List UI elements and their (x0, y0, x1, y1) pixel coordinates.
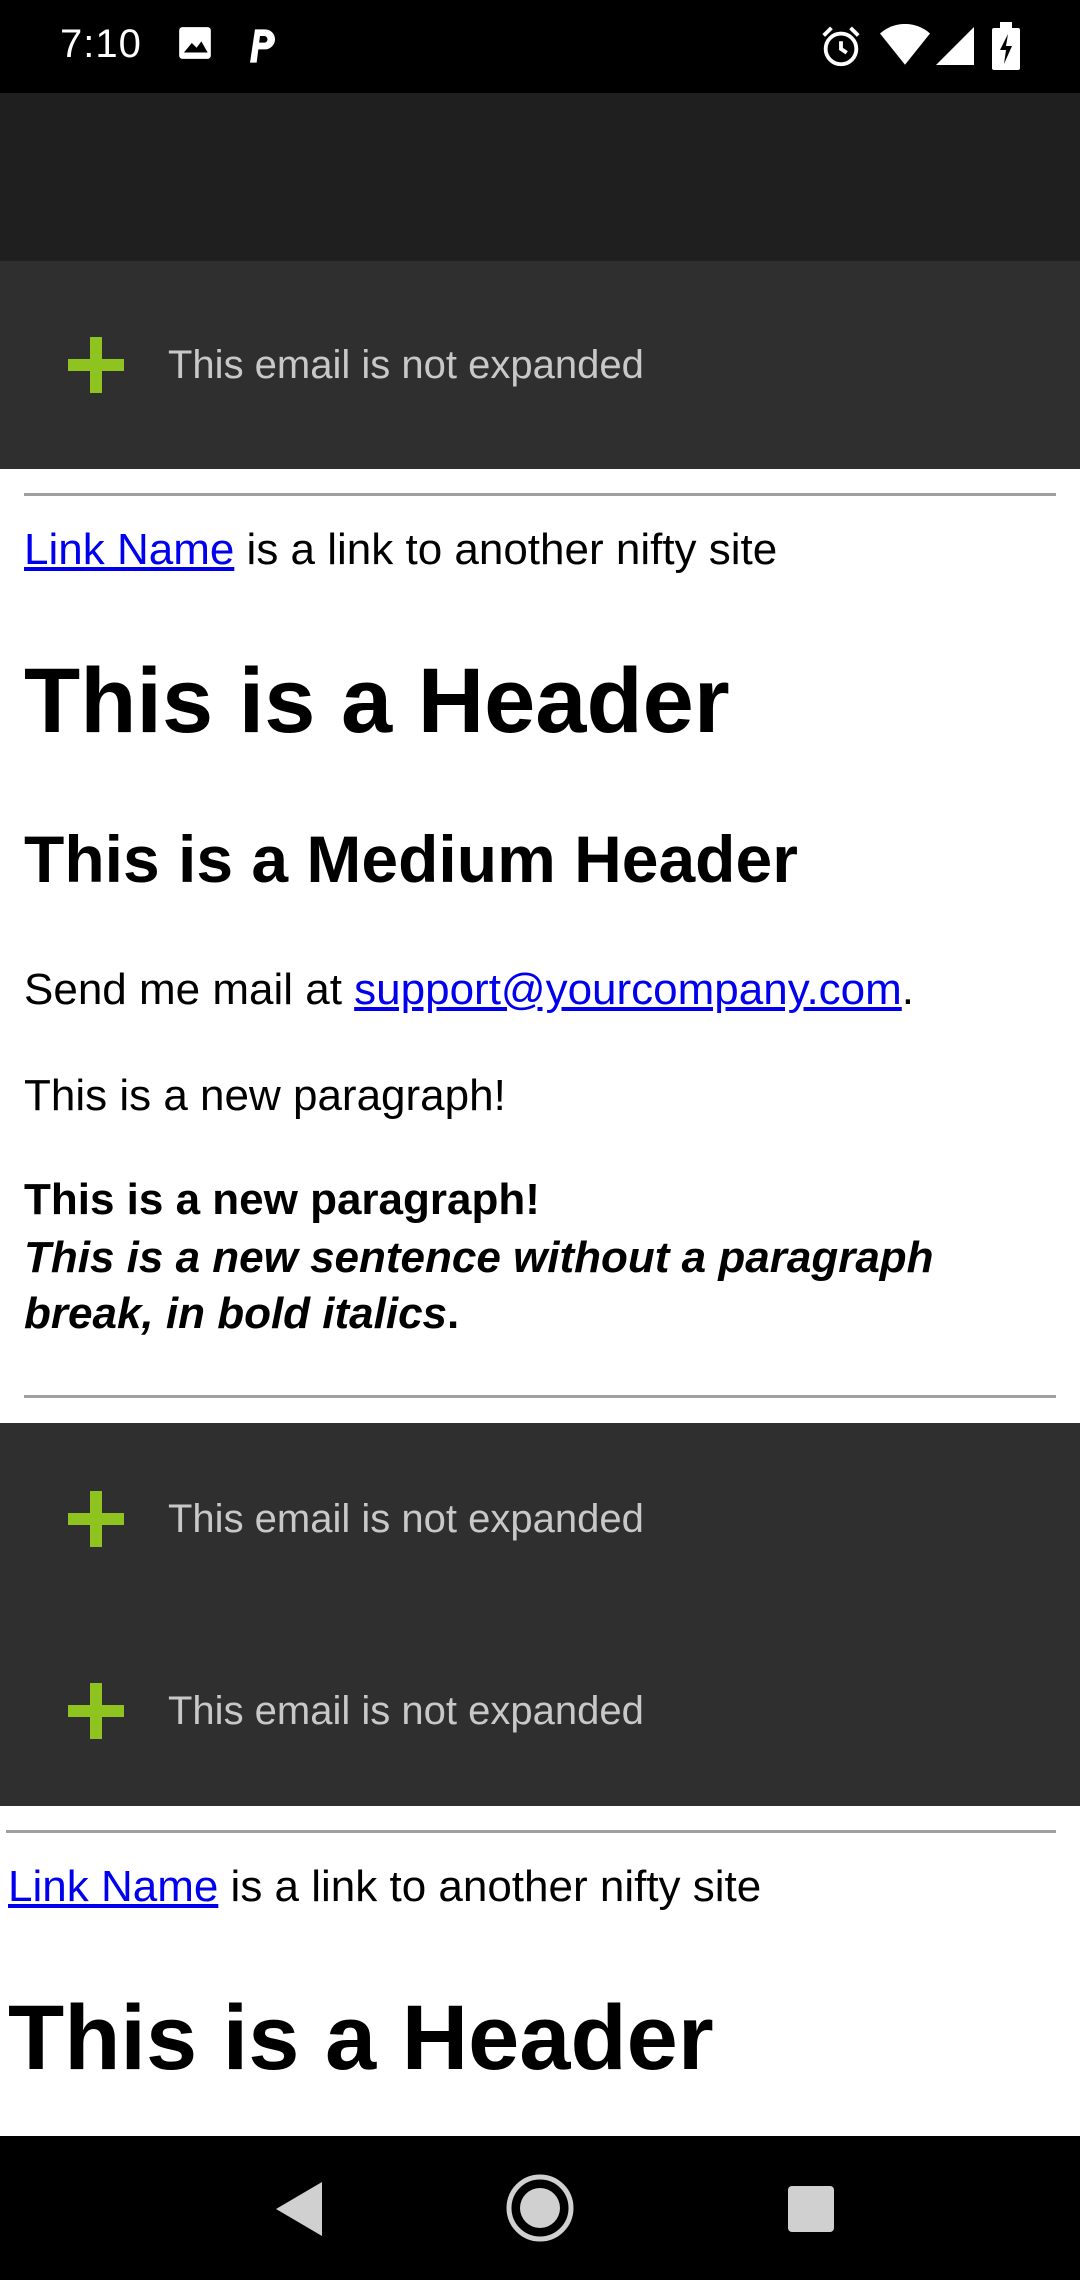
mail-prefix: Send me mail at (24, 965, 355, 1014)
divider (24, 493, 1056, 496)
paragraph: This is a new paragraph! (24, 1071, 506, 1120)
collapsed-email-label: This email is not expanded (168, 1496, 644, 1541)
medium-header: This is a Medium Header (24, 822, 798, 896)
email-content-section-1: Link Name is a link to another nifty sit… (0, 469, 1080, 1423)
collapsed-email-label: This email is not expanded (168, 1688, 644, 1733)
link-description: is a link to another nifty site (218, 1862, 762, 1911)
email-content-section-2: Link Name is a link to another nifty sit… (0, 1806, 1080, 2136)
support-email-link[interactable]: support@yourcompany.com (354, 965, 902, 1014)
app-toolbar (0, 93, 1080, 261)
parking-p-icon (250, 29, 275, 63)
collapsed-email-row[interactable]: This email is not expanded (0, 315, 1080, 415)
image-icon (179, 27, 211, 59)
bold-italic-text: break, in bold italics (24, 1289, 448, 1338)
bold-italic-line-1: This is a new sentence without a paragra… (24, 1233, 934, 1282)
collapsed-email-block-top: This email is not expanded (0, 261, 1080, 469)
collapsed-email-label: This email is not expanded (168, 342, 644, 387)
signal-icon (936, 27, 974, 65)
expand-plus-icon[interactable] (68, 1491, 124, 1547)
battery-charging-icon (992, 22, 1020, 70)
back-icon[interactable] (236, 2136, 356, 2280)
wifi-icon (880, 24, 930, 65)
expand-plus-icon[interactable] (68, 1683, 124, 1739)
status-time: 7:10 (60, 22, 142, 66)
bold-italic-end: . (447, 1289, 460, 1338)
page-header: This is a Header (8, 1987, 714, 2089)
bold-paragraph: This is a new paragraph! (24, 1175, 540, 1224)
link-line: Link Name is a link to another nifty sit… (24, 525, 777, 575)
link-description: is a link to another nifty site (234, 525, 778, 574)
link-name[interactable]: Link Name (24, 525, 234, 574)
collapsed-email-row[interactable]: This email is not expanded (0, 1469, 1080, 1569)
link-line: Link Name is a link to another nifty sit… (8, 1862, 761, 1912)
link-name[interactable]: Link Name (8, 1862, 218, 1911)
divider (6, 1830, 1056, 1833)
page-header: This is a Header (24, 650, 730, 752)
recents-icon[interactable] (750, 2136, 870, 2280)
mail-suffix: . (901, 965, 915, 1014)
collapsed-email-block-middle: This email is not expanded This email is… (0, 1423, 1080, 1806)
alarm-icon (822, 26, 860, 67)
collapsed-email-row[interactable]: This email is not expanded (0, 1661, 1080, 1761)
bold-italic-line-2: break, in bold italics. (24, 1289, 459, 1339)
status-bar: 7:10 (0, 0, 1080, 93)
expand-plus-icon[interactable] (68, 337, 124, 393)
divider (24, 1395, 1056, 1398)
mail-line: Send me mail at support@yourcompany.com. (24, 965, 914, 1015)
home-icon[interactable] (480, 2136, 600, 2280)
system-navigation-bar (0, 2136, 1080, 2280)
